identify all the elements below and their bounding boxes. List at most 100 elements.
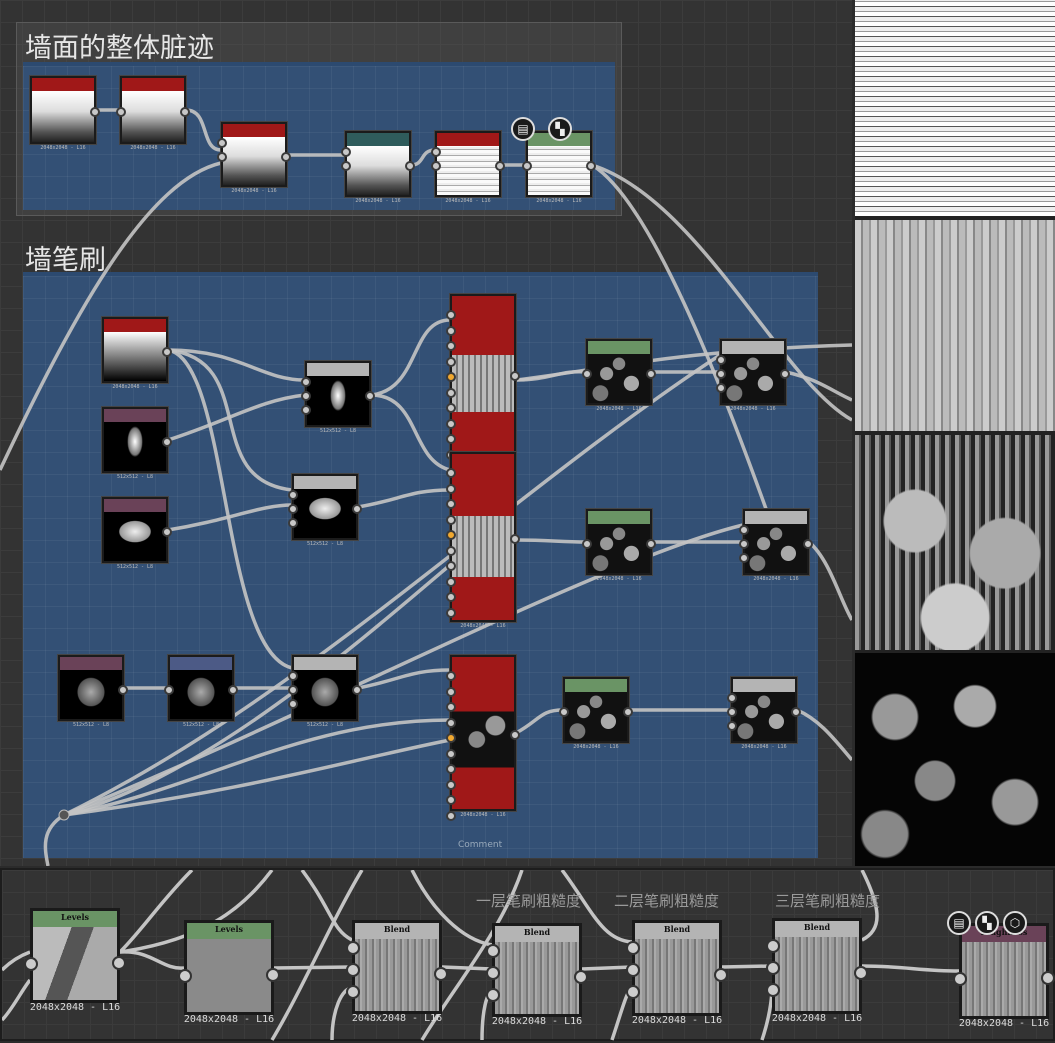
graph-node[interactable]: 2048x2048 - L16 [431, 131, 505, 204]
document-icon[interactable]: ▤ [511, 117, 535, 141]
checker-icon[interactable]: ▚ [975, 911, 999, 935]
graph-node[interactable]: 512x512 - L8 [58, 655, 128, 728]
node-header[interactable] [122, 78, 184, 91]
node-header[interactable] [170, 657, 232, 670]
bottom-graph-node[interactable]: Blend 2048x2048 - L16 [626, 920, 728, 1026]
node-header[interactable] [588, 511, 650, 524]
input-pin[interactable] [346, 941, 360, 955]
output-pin[interactable] [803, 539, 813, 549]
input-pin[interactable] [446, 545, 456, 556]
output-pin[interactable] [228, 685, 238, 695]
node-header[interactable] [452, 454, 514, 467]
node-header[interactable] [60, 657, 122, 670]
input-pin[interactable] [446, 310, 456, 320]
node-header[interactable] [104, 319, 166, 332]
output-pin[interactable] [623, 707, 633, 717]
node-header[interactable] [347, 133, 409, 146]
bottom-graph-node[interactable]: Blend 2048x2048 - L16 [766, 918, 868, 1024]
node-header[interactable] [437, 133, 499, 146]
input-pin[interactable] [446, 779, 456, 790]
node-header[interactable] [722, 341, 784, 354]
graph-node[interactable]: 512x512 - L8 [102, 407, 172, 480]
input-pin[interactable] [446, 717, 456, 728]
graph-node[interactable]: 512x512 - L8 [301, 361, 375, 434]
input-pin[interactable] [716, 369, 726, 379]
output-pin[interactable] [791, 707, 801, 717]
output-pin[interactable] [586, 161, 596, 171]
output-pin[interactable] [646, 369, 656, 379]
output-pin[interactable] [1041, 971, 1055, 985]
input-pin[interactable] [727, 693, 737, 703]
input-pin[interactable] [341, 161, 351, 171]
output-pin[interactable] [162, 437, 172, 447]
graph-node[interactable]: 2048x2048 - L16 [446, 294, 520, 461]
output-pin[interactable] [162, 347, 172, 357]
input-pin[interactable] [582, 539, 592, 549]
output-pin[interactable] [162, 527, 172, 537]
input-pin[interactable] [626, 963, 640, 977]
output-pin[interactable] [434, 967, 448, 981]
input-pin[interactable] [178, 968, 192, 983]
input-pin[interactable] [486, 966, 500, 980]
input-pin[interactable] [446, 341, 456, 351]
input-pin[interactable] [766, 939, 780, 953]
graph-node[interactable]: 2048x2048 - L16 [30, 76, 100, 151]
input-pin[interactable] [24, 956, 38, 971]
input-pin[interactable] [346, 963, 360, 977]
node-header[interactable] [294, 476, 356, 489]
graph-node[interactable]: 2048x2048 - L16 [341, 131, 415, 204]
input-pin[interactable] [217, 152, 227, 162]
input-pin[interactable] [446, 686, 456, 697]
input-pin[interactable] [559, 707, 569, 717]
input-pin[interactable] [446, 434, 456, 444]
roughness-graph[interactable]: 一层笔刷粗糙度 二层笔刷粗糙度 三层笔刷粗糙度 Levels 2048x2048… [0, 868, 1055, 1041]
output-pin[interactable] [510, 730, 520, 740]
output-pin[interactable] [510, 371, 520, 381]
input-pin[interactable] [301, 377, 311, 387]
node-header[interactable] [32, 78, 94, 91]
output-pin[interactable] [266, 967, 280, 982]
output-pin[interactable] [495, 161, 505, 171]
graph-node[interactable]: 2048x2048 - L16 [739, 509, 813, 582]
input-pin[interactable] [766, 983, 780, 997]
bottom-graph-node[interactable]: Levels 2048x2048 - L16 [178, 920, 280, 1025]
node-header[interactable] [588, 341, 650, 354]
output-pin[interactable] [352, 504, 362, 514]
input-pin[interactable] [953, 972, 967, 986]
output-pin[interactable] [510, 534, 520, 544]
input-pin[interactable] [446, 733, 456, 743]
input-pin[interactable] [626, 941, 640, 955]
input-pin[interactable] [446, 530, 456, 540]
graph-node[interactable]: 512x512 - L8 [102, 497, 172, 570]
input-pin[interactable] [446, 514, 456, 525]
input-pin[interactable] [346, 985, 360, 999]
input-pin[interactable] [727, 721, 737, 731]
input-pin[interactable] [446, 561, 456, 571]
node-header[interactable] [223, 124, 285, 137]
input-pin[interactable] [446, 810, 456, 821]
output-pin[interactable] [854, 966, 868, 980]
output-pin[interactable] [405, 161, 415, 171]
input-pin[interactable] [217, 138, 227, 148]
bottom-graph-node[interactable]: roughness 2048x2048 - L16 [953, 923, 1055, 1029]
input-pin[interactable] [446, 795, 456, 805]
node-header[interactable] [733, 679, 795, 692]
input-pin[interactable] [446, 499, 456, 509]
input-pin[interactable] [446, 356, 456, 367]
bottom-graph-node[interactable]: Blend 2048x2048 - L16 [346, 920, 448, 1024]
input-pin[interactable] [739, 525, 749, 535]
input-pin[interactable] [446, 748, 456, 759]
graph-node[interactable]: 2048x2048 - L16 [582, 509, 656, 582]
input-pin[interactable] [301, 405, 311, 415]
graph-node[interactable]: 2048x2048 - L16 [727, 677, 801, 750]
input-pin[interactable] [727, 707, 737, 717]
output-pin[interactable] [90, 107, 100, 117]
graph-node[interactable]: 2048x2048 - L16 [559, 677, 633, 750]
node-header[interactable] [104, 409, 166, 422]
input-pin[interactable] [446, 403, 456, 413]
node-header[interactable] [452, 296, 514, 309]
input-pin[interactable] [486, 944, 500, 958]
input-pin[interactable] [446, 702, 456, 712]
input-pin[interactable] [288, 504, 298, 514]
input-pin[interactable] [288, 699, 298, 709]
